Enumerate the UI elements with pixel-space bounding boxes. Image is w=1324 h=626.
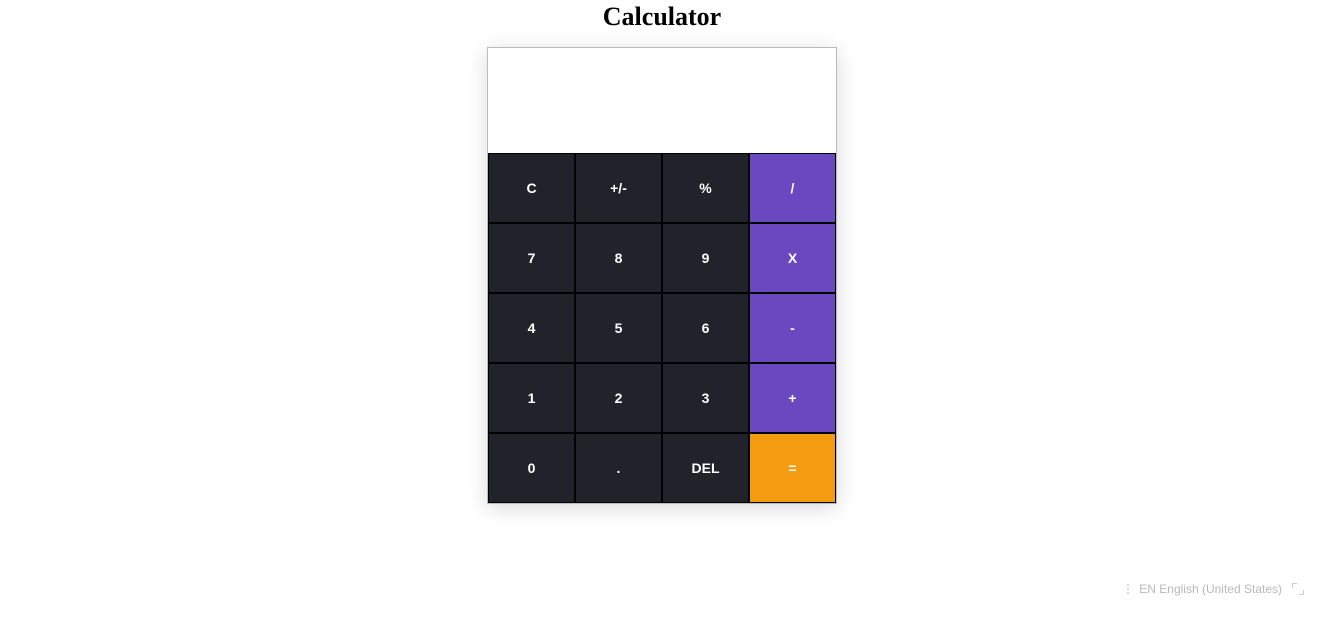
decimal-button[interactable]: . (575, 433, 662, 503)
calculator-container: C +/- % / 7 8 9 X 4 5 6 - 1 2 3 + 0 . DE… (487, 47, 837, 504)
sign-button[interactable]: +/- (575, 153, 662, 223)
equals-button[interactable]: = (749, 433, 836, 503)
delete-button[interactable]: DEL (662, 433, 749, 503)
seven-button[interactable]: 7 (488, 223, 575, 293)
subtract-button[interactable]: - (749, 293, 836, 363)
six-button[interactable]: 6 (662, 293, 749, 363)
five-button[interactable]: 5 (575, 293, 662, 363)
eight-button[interactable]: 8 (575, 223, 662, 293)
add-button[interactable]: + (749, 363, 836, 433)
page-title: Calculator (0, 0, 1324, 32)
expand-icon (1292, 583, 1304, 595)
one-button[interactable]: 1 (488, 363, 575, 433)
drag-handle-icon (1127, 584, 1129, 594)
clear-button[interactable]: C (488, 153, 575, 223)
percent-button[interactable]: % (662, 153, 749, 223)
multiply-button[interactable]: X (749, 223, 836, 293)
language-indicator[interactable]: EN English (United States) (1127, 582, 1304, 596)
two-button[interactable]: 2 (575, 363, 662, 433)
language-label: EN English (United States) (1139, 582, 1282, 596)
three-button[interactable]: 3 (662, 363, 749, 433)
nine-button[interactable]: 9 (662, 223, 749, 293)
zero-button[interactable]: 0 (488, 433, 575, 503)
calculator-keypad: C +/- % / 7 8 9 X 4 5 6 - 1 2 3 + 0 . DE… (488, 153, 836, 503)
four-button[interactable]: 4 (488, 293, 575, 363)
divide-button[interactable]: / (749, 153, 836, 223)
calculator-display (488, 48, 836, 153)
